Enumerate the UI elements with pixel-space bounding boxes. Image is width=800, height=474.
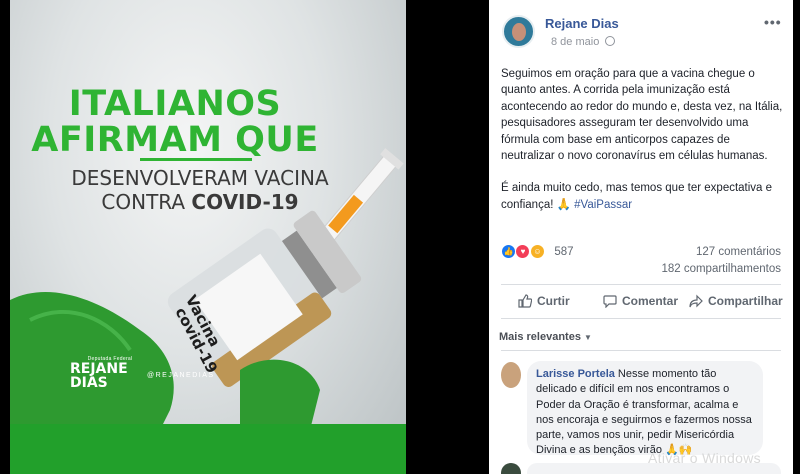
caret-down-icon: ▼ <box>583 333 592 342</box>
post-image[interactable]: ITALIANOS AFIRMAM QUE DESENVOLVERAM VACI… <box>10 0 406 474</box>
more-options-icon[interactable]: ••• <box>764 14 782 30</box>
comment-label: Comentar <box>622 294 679 308</box>
reactions-count[interactable]: 587 <box>554 246 573 258</box>
comment-text: Nesse momento tão delicado e difícil em … <box>536 368 752 457</box>
post-date[interactable]: 8 de maio <box>551 36 599 48</box>
windows-activation-watermark: Ativar o Windows <box>648 450 761 466</box>
shares-count[interactable]: 182 compartilhamentos <box>661 263 781 275</box>
headline-rule <box>140 158 252 161</box>
like-reaction-icon: 👍 <box>501 244 516 260</box>
post-paragraph-2: É ainda muito cedo, mas temos que ter ex… <box>501 180 785 213</box>
subline-line-1: DESENVOLVERAM VACINA <box>71 166 329 190</box>
comment-author[interactable]: Larisse Portela <box>536 368 615 380</box>
comment-bubble: Larisse Portela Nesse momento tão delica… <box>527 361 763 457</box>
headline-line-1: ITALIANOS <box>68 84 282 124</box>
brand-name-line-1: REJANE <box>70 361 128 377</box>
brand-logo: Deputada Federal REJANE DIAS <box>70 356 150 390</box>
post-paragraph-2-text: É ainda muito cedo, mas temos que ter ex… <box>501 182 773 211</box>
post-meta: 8 de maio <box>551 36 616 48</box>
care-reaction-icon: ☺ <box>529 244 545 260</box>
subline-prefix: CONTRA <box>101 190 186 214</box>
brand-name-line-2: DIAS <box>70 375 108 391</box>
brand-handle: @REJANEDIAS <box>147 372 215 379</box>
author-name[interactable]: Rejane Dias <box>545 16 619 31</box>
comment-button[interactable]: Comentar <box>603 294 679 309</box>
green-strip <box>10 424 406 474</box>
composer-avatar <box>501 463 521 474</box>
comment-filter-label: Mais relevantes <box>499 331 581 343</box>
share-button[interactable]: Compartilhar <box>689 294 783 308</box>
share-label: Compartilhar <box>708 294 783 308</box>
comment-icon <box>603 295 617 309</box>
subline-bold: COVID-19 <box>191 190 299 214</box>
hashtag-link[interactable]: #VaiPassar <box>574 199 632 211</box>
divider-bottom <box>501 318 781 319</box>
divider-top <box>501 284 781 285</box>
post-card: Rejane Dias 8 de maio ••• Seguimos em or… <box>489 0 793 474</box>
vaccine-illustration <box>10 148 404 430</box>
subline: DESENVOLVERAM VACINA CONTRA COVID-19 <box>30 166 370 214</box>
action-bar: Curtir Comentar Compartilhar <box>501 291 785 313</box>
reactions-summary[interactable]: 👍 ♥ ☺ 587 <box>501 243 574 260</box>
post-paragraph-1: Seguimos em oração para que a vacina che… <box>501 68 783 163</box>
globe-icon <box>605 36 616 46</box>
comment-filter-dropdown[interactable]: Mais relevantes ▼ <box>499 331 592 343</box>
comments-count[interactable]: 127 comentários <box>696 246 781 258</box>
like-button[interactable]: Curtir <box>518 294 570 308</box>
share-icon <box>689 294 703 308</box>
commenter-avatar[interactable] <box>501 362 521 388</box>
author-avatar[interactable] <box>502 15 535 48</box>
post-text: Seguimos em oração para que a vacina che… <box>501 66 785 213</box>
love-reaction-icon: ♥ <box>515 244 531 260</box>
divider-comments <box>501 350 781 351</box>
headline: ITALIANOS AFIRMAM QUE <box>10 86 340 158</box>
subline-line-2: CONTRA COVID-19 <box>30 190 370 214</box>
thumbs-up-icon <box>518 294 533 308</box>
headline-line-2: AFIRMAM QUE <box>31 120 319 160</box>
like-label: Curtir <box>537 294 570 308</box>
